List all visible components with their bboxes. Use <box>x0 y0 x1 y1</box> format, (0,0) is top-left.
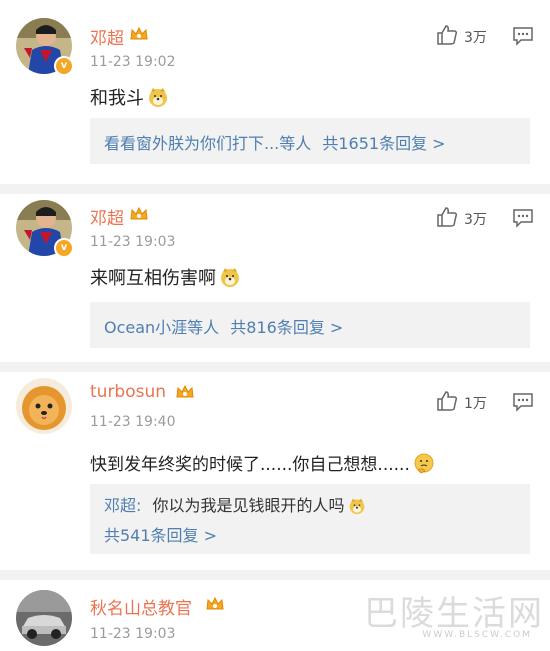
verified-badge-icon: v <box>54 56 74 76</box>
timestamp: 11-23 19:02 <box>90 54 176 70</box>
reply-text: 你以为我是见钱眼开的人吗 <box>152 496 345 515</box>
comment-icon[interactable] <box>512 392 534 412</box>
comment-text-content: 来啊互相伤害啊 <box>90 268 216 289</box>
crown-icon <box>130 26 148 40</box>
like-count: 3万 <box>464 212 487 228</box>
comment-icon[interactable] <box>512 26 534 46</box>
reply-count-link[interactable]: 共1651条回复 > <box>322 134 445 153</box>
comment-text: 和我斗 <box>90 84 169 110</box>
thinking-emoji-icon <box>414 453 434 474</box>
comment-item: turbosun 11-23 19:40 1万 快到发年终奖的时候了......… <box>0 372 550 570</box>
separator <box>0 362 550 372</box>
username[interactable]: 秋名山总教官 <box>90 594 192 619</box>
comment-text: 来啊互相伤害啊 <box>90 264 241 290</box>
comment-item: v 邓超 11-23 19:03 3万 来啊互相伤害啊 Ocean小涯等人 共8… <box>0 194 550 362</box>
like-count: 1万 <box>464 396 487 412</box>
reply-box[interactable]: 邓超: 你以为我是见钱眼开的人吗 共541条回复 > <box>90 484 530 554</box>
comment-text: 快到发年终奖的时候了......你自己想想...... <box>90 450 435 475</box>
verified-badge-icon: v <box>54 238 74 258</box>
reply-author[interactable]: 邓超: <box>104 496 141 515</box>
comment-icon[interactable] <box>512 208 534 228</box>
reply-summary: Ocean小涯等人 共816条回复 > <box>104 314 343 338</box>
like-icon[interactable] <box>436 390 458 412</box>
comment-item: v 邓超 11-23 19:02 3万 和我斗 看看窗外朕为你们打下...等人 … <box>0 0 550 184</box>
username[interactable]: turbosun <box>90 382 166 402</box>
crown-icon <box>130 206 148 220</box>
timestamp: 11-23 19:03 <box>90 626 176 642</box>
avatar[interactable] <box>16 378 72 434</box>
doge-emoji-icon <box>349 498 364 515</box>
reply-count-link[interactable]: 共541条回复 > <box>104 526 217 545</box>
crown-icon <box>206 596 224 610</box>
timestamp: 11-23 19:03 <box>90 234 176 250</box>
comment-text-content: 快到发年终奖的时候了......你自己想想...... <box>90 455 410 475</box>
reply-line: 邓超: 你以为我是见钱眼开的人吗 <box>104 492 366 516</box>
separator <box>0 570 550 580</box>
watermark-logo: 巴陵生活网 <box>364 594 544 634</box>
username[interactable]: 邓超 <box>90 24 124 49</box>
username[interactable]: 邓超 <box>90 204 124 229</box>
reply-summary-box[interactable]: Ocean小涯等人 共816条回复 > <box>90 302 530 348</box>
doge-emoji-icon <box>221 268 239 287</box>
reply-count-link[interactable]: 共816条回复 > <box>230 318 343 337</box>
reply-users-preview[interactable]: Ocean小涯等人 <box>104 318 219 337</box>
doge-emoji-icon <box>149 88 167 107</box>
like-icon[interactable] <box>436 24 458 46</box>
like-icon[interactable] <box>436 206 458 228</box>
comment-text-content: 和我斗 <box>90 88 144 109</box>
separator <box>0 184 550 194</box>
timestamp: 11-23 19:40 <box>90 414 176 430</box>
reply-count-line: 共541条回复 > <box>104 522 217 546</box>
watermark-url: WWW.BLSCW.COM <box>422 630 532 640</box>
avatar[interactable] <box>16 590 72 646</box>
like-count: 3万 <box>464 30 487 46</box>
crown-icon <box>176 384 194 398</box>
reply-summary: 看看窗外朕为你们打下...等人 共1651条回复 > <box>104 130 446 154</box>
reply-users-preview[interactable]: 看看窗外朕为你们打下...等人 <box>104 134 311 153</box>
reply-summary-box[interactable]: 看看窗外朕为你们打下...等人 共1651条回复 > <box>90 118 530 164</box>
